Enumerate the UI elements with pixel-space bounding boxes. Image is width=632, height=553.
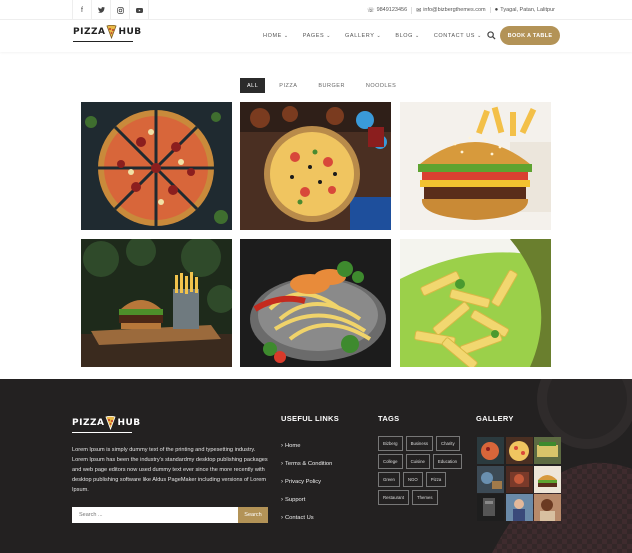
filter-noodles[interactable]: NOODLES — [359, 78, 403, 93]
nav-item-gallery[interactable]: GALLERY ⌄ — [345, 33, 381, 39]
top-bar: f ☏ 9849123456 ✉ info@bizbergthemes.com … — [0, 0, 632, 20]
main-nav: HOME ⌄ PAGES ⌄ GALLERY ⌄ BLOG ⌄ CONTACT US ⌄ — [263, 20, 496, 52]
gallery-thumb[interactable] — [477, 494, 504, 521]
main-header: PIZZA HUB HOME ⌄ PAGES ⌄ GALLERY ⌄ BLOG ⌄ CO… — [0, 20, 632, 52]
footer-logo-underline — [72, 432, 132, 433]
gallery-thumb[interactable] — [505, 494, 533, 521]
gallery-thumb[interactable] — [477, 437, 504, 464]
footer-link-support[interactable]: › Support — [281, 491, 332, 509]
nav-item-blog[interactable]: BLOG ⌄ — [395, 33, 419, 39]
tag-item[interactable]: Charity — [436, 436, 460, 451]
tag-item[interactable]: Pizza — [425, 472, 447, 487]
email-text[interactable]: info@bizbergthemes.com — [423, 7, 485, 13]
chevron-right-icon: › — [281, 443, 283, 449]
tags-title: TAGS — [378, 414, 400, 423]
tag-item[interactable]: College — [378, 454, 403, 469]
filter-pizza[interactable]: PIZZA — [272, 78, 304, 93]
footer-gallery — [477, 437, 561, 521]
gallery-thumb[interactable] — [505, 465, 533, 493]
chevron-right-icon: › — [281, 461, 283, 467]
gallery-thumb[interactable] — [534, 494, 561, 521]
site-footer: PIZZA HUB Lorem Ipsum is simply dummy te… — [0, 379, 632, 553]
instagram-icon[interactable] — [111, 0, 130, 20]
address-info: ● Tyagal, Patan, Lalitpur — [489, 7, 559, 13]
chevron-down-icon: ⌄ — [376, 33, 382, 39]
facebook-icon[interactable]: f — [73, 0, 92, 20]
useful-links-title: USEFUL LINKS — [281, 414, 340, 423]
tag-item[interactable]: Education — [432, 454, 463, 469]
tag-item[interactable]: NGO — [402, 472, 423, 487]
tag-item[interactable]: Restaurant — [378, 490, 410, 505]
book-table-button[interactable]: BOOK A TABLE — [500, 26, 560, 45]
useful-links: › Home › Terms & Condition › Privacy Policy… — [281, 437, 332, 527]
filter-all[interactable]: ALL — [240, 78, 266, 93]
footer-search: Search — [72, 507, 268, 523]
site-logo[interactable]: PIZZA HUB — [73, 25, 142, 42]
youtube-icon[interactable] — [130, 0, 149, 20]
gallery-filters: ALL PIZZA BURGER NOODLES — [240, 78, 410, 93]
logo-text-left: PIZZA — [73, 27, 106, 37]
gallery-thumb[interactable] — [505, 437, 533, 464]
phone-text: 9849123456 — [376, 7, 408, 13]
footer-link-home[interactable]: › Home — [281, 437, 332, 455]
chevron-right-icon: › — [281, 497, 283, 503]
tag-item[interactable]: Business — [405, 436, 434, 451]
gallery-thumb[interactable] — [534, 437, 561, 464]
nav-item-pages[interactable]: PAGES ⌄ — [303, 33, 331, 39]
gallery-thumb[interactable] — [477, 465, 504, 493]
logo-underline — [73, 41, 133, 42]
phone-info: ☏ 9849123456 — [363, 7, 411, 14]
pizza-slice-logo-icon — [105, 416, 116, 430]
chevron-down-icon: ⌄ — [477, 33, 482, 39]
pizza-slice-logo-icon — [106, 25, 117, 39]
search-icon[interactable] — [487, 31, 496, 40]
burger-fries-photo[interactable] — [81, 239, 232, 367]
chevron-down-icon: ⌄ — [415, 33, 420, 39]
social-links: f — [72, 0, 149, 20]
pizza-table-photo[interactable] — [240, 102, 391, 230]
contact-info: ☏ 9849123456 ✉ info@bizbergthemes.com ● … — [363, 0, 559, 20]
pizza-slices-photo[interactable] — [81, 102, 232, 230]
nav-item-home[interactable]: HOME ⌄ — [263, 33, 289, 39]
footer-logo-left: PIZZA — [72, 418, 105, 428]
footer-link-privacy[interactable]: › Privacy Policy — [281, 473, 332, 491]
email-info: ✉ info@bizbergthemes.com — [411, 6, 489, 14]
penne-plate-photo[interactable] — [400, 239, 551, 367]
nav-item-contact[interactable]: CONTACT US ⌄ — [434, 33, 482, 39]
chevron-down-icon: ⌄ — [326, 33, 332, 39]
chevron-right-icon: › — [281, 479, 283, 485]
footer-logo-right: HUB — [117, 418, 141, 428]
chat-icon: ✉ — [416, 7, 422, 14]
tag-item[interactable]: Bizberg — [378, 436, 403, 451]
footer-link-contact[interactable]: › Contact Us — [281, 509, 332, 527]
footer-about-text: Lorem Ipsum is simply dummy text of the … — [72, 447, 268, 493]
footer-search-button[interactable]: Search — [238, 507, 268, 523]
filter-burger[interactable]: BURGER — [311, 78, 352, 93]
tag-item[interactable]: Green — [378, 472, 400, 487]
burger-photo[interactable] — [400, 102, 551, 230]
twitter-icon[interactable] — [92, 0, 111, 20]
chevron-right-icon: › — [281, 515, 283, 521]
location-pin-icon: ● — [494, 7, 499, 13]
tag-item[interactable]: Themes — [412, 490, 438, 505]
gallery-thumb[interactable] — [534, 465, 561, 493]
chevron-down-icon: ⌄ — [283, 33, 289, 39]
logo-text-right: HUB — [118, 27, 142, 37]
footer-gallery-title: GALLERY — [476, 414, 514, 423]
footer-logo[interactable]: PIZZA HUB — [72, 416, 141, 433]
footer-search-input[interactable] — [72, 507, 238, 523]
address-text: Tyagal, Patan, Lalitpur — [500, 7, 555, 13]
tag-cloud: Bizberg Business Charity College Cuisine… — [378, 436, 468, 508]
noodles-pan-photo[interactable] — [240, 239, 391, 367]
footer-link-terms[interactable]: › Terms & Condition — [281, 455, 332, 473]
tag-item[interactable]: Cuisine — [405, 454, 430, 469]
phone-icon: ☏ — [367, 7, 375, 14]
